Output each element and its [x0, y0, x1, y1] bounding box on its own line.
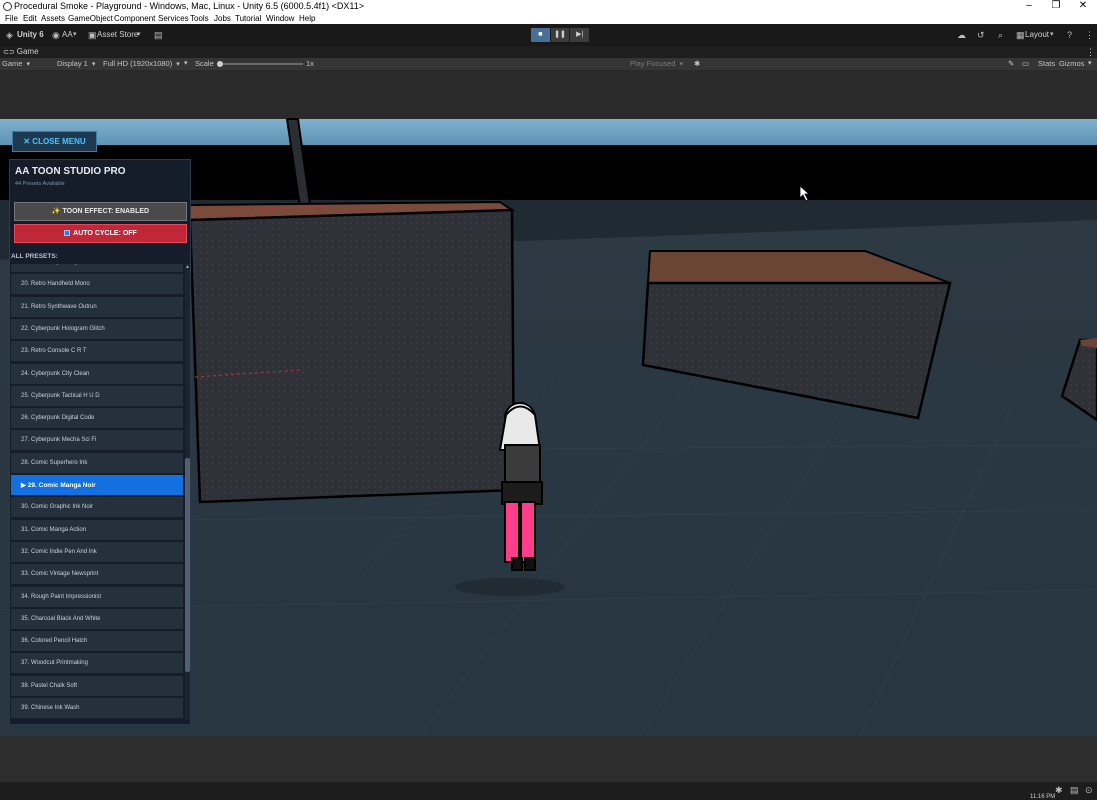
frame-debugger-icon[interactable]: ✎ [1008, 58, 1014, 70]
preset-item[interactable]: 23. Retro Console C R T [11, 341, 183, 363]
scale-label: Scale [195, 59, 214, 68]
close-window-button[interactable]: ✕ [1070, 0, 1096, 13]
tab-game[interactable]: ⊂⊃ Game [3, 46, 39, 58]
scale-slider-handle[interactable] [217, 61, 223, 67]
auto-cycle-toggle[interactable]: AUTO CYCLE: OFF [14, 224, 187, 243]
toon-studio-panel: AA TOON STUDIO PRO 44 Presets Available … [9, 159, 191, 725]
minimize-button[interactable]: – [1016, 0, 1042, 13]
preset-item[interactable]: 28. Comic Superhero Ink [11, 452, 183, 474]
chevron-down-icon: ▾ [137, 31, 141, 38]
layout-icon: ▦ [1016, 30, 1025, 40]
play-controls: ■ ❚❚ ▶| [531, 28, 590, 42]
presets-count: 44 Presets Available [15, 181, 65, 187]
account-dropdown[interactable]: AA [62, 29, 73, 41]
unity-logo-icon: ◈ [6, 30, 13, 40]
notes-icon[interactable]: ▤ [1070, 785, 1079, 796]
preset-item[interactable]: 39. Chinese Ink Wash [11, 698, 183, 719]
panel-title: AA TOON STUDIO PRO [15, 166, 126, 177]
settings-icon[interactable]: ⊙ [1085, 785, 1093, 796]
window-title: Procedural Smoke - Playground - Windows,… [14, 1, 364, 11]
preset-item[interactable]: 34. Rough Paint Impressionist [11, 586, 183, 608]
gizmos-button[interactable]: Gizmos [1059, 58, 1084, 70]
close-menu-button[interactable]: ✕ CLOSE MENU [12, 131, 97, 152]
maximize-button[interactable]: ❐ [1043, 0, 1069, 13]
menu-bar: File Edit Assets GameObject Component Se… [0, 13, 1097, 24]
unity-version-button[interactable]: Unity 6 [17, 29, 44, 41]
step-button[interactable]: ▶| [570, 28, 590, 42]
history-icon[interactable]: ↺ [977, 29, 985, 41]
gamepad-icon: ⊂⊃ [3, 49, 15, 56]
pause-button[interactable]: ❚❚ [550, 28, 570, 42]
preset-item[interactable]: 24. Cyberpunk City Clean [11, 363, 183, 385]
preset-item[interactable]: 26. Cyberpunk Digital Code [11, 408, 183, 430]
main-toolbar: ◈ Unity 6 ◉ AA ▾ ▣ Asset Store ▾ ▤ ■ ❚❚ … [0, 24, 1097, 46]
asset-store-icon: ▣ [88, 30, 97, 40]
preset-item-selected[interactable]: ▶ 29. Comic Manga Noir [11, 475, 183, 496]
preset-list: 19. Horror Psychological Pulse20. Retro … [11, 264, 184, 722]
chevron-down-icon: ▾ [73, 31, 77, 38]
preset-item[interactable]: 32. Comic Indie Pen And Ink [11, 541, 183, 563]
menu-edit[interactable]: Edit [21, 13, 39, 24]
aspect-icon[interactable]: ▭ [1022, 58, 1029, 70]
account-icon: ◉ [52, 30, 60, 40]
all-presets-label: ALL PRESETS: [11, 253, 58, 260]
stats-button[interactable]: Stats [1038, 58, 1055, 70]
tab-options-icon[interactable]: ⋮ [1086, 46, 1095, 58]
scale-slider-track[interactable] [219, 63, 303, 65]
mute-audio-icon[interactable]: ✱ [694, 58, 700, 70]
toon-effect-toggle[interactable]: ✨ TOON EFFECT: ENABLED [14, 202, 187, 221]
preset-scrollbar-thumb[interactable] [185, 458, 190, 672]
unity-app-icon [3, 2, 12, 11]
scale-value: 1x [306, 59, 314, 68]
menu-jobs[interactable]: Jobs [212, 13, 233, 24]
preset-item[interactable]: 25. Cyberpunk Tactical H U D [11, 385, 183, 407]
preset-item[interactable]: 37. Woodcut Printmaking [11, 653, 183, 675]
game-tab-bar: ⊂⊃ Game ⋮ [0, 46, 1097, 58]
taskbar: ✱ ▤ ⊙ 11:16 PM [0, 782, 1097, 800]
menu-file[interactable]: File [3, 13, 20, 24]
chevron-down-icon: ▾ [184, 60, 188, 67]
preset-item[interactable]: 31. Comic Manga Action [11, 519, 183, 541]
play-stop-button[interactable]: ■ [531, 28, 550, 42]
preset-item[interactable]: 27. Cyberpunk Mecha Sci Fi [11, 430, 183, 452]
package-icon[interactable]: ▤ [154, 29, 163, 41]
cloud-icon[interactable]: ☁ [957, 29, 966, 41]
preset-item[interactable]: 30. Comic Graphic Ink Noir [11, 497, 183, 519]
preset-item[interactable]: 33. Comic Vintage Newsprint [11, 564, 183, 586]
chevron-down-icon: ▾ [1050, 31, 1054, 38]
chevron-down-icon: ▾ [1088, 60, 1092, 67]
menu-tools[interactable]: Tools [188, 13, 211, 24]
stop-square-icon [64, 230, 71, 236]
search-icon[interactable]: ⌕ [998, 29, 1003, 41]
preset-item[interactable]: 21. Retro Synthwave Outrun [11, 296, 183, 318]
menu-tutorial[interactable]: Tutorial [233, 13, 263, 24]
preset-item[interactable]: 35. Charcoal Black And White [11, 608, 183, 630]
menu-assets[interactable]: Assets [39, 13, 67, 24]
help-icon[interactable]: ? [1067, 29, 1072, 41]
menu-services[interactable]: Services [156, 13, 191, 24]
toon-character [498, 402, 543, 571]
preset-item[interactable]: 38. Pastel Chalk Soft [11, 675, 183, 697]
preset-item[interactable]: 36. Colored Pencil Hatch [11, 631, 183, 653]
preset-item[interactable]: 20. Retro Handheld Mono [11, 274, 183, 296]
window-title-bar: Procedural Smoke - Playground - Windows,… [0, 0, 1097, 13]
scroll-up-icon[interactable]: ▲ [185, 264, 190, 270]
more-options-icon[interactable]: ⋮ [1085, 29, 1094, 41]
game-view-toolbar: Game Display 1 Full HD (1920x1080) ▾ Sca… [0, 58, 1097, 70]
editor-status-area [0, 736, 1097, 782]
menu-window[interactable]: Window [264, 13, 296, 24]
taskbar-clock: 11:16 PM [1030, 794, 1056, 800]
layout-dropdown[interactable]: Layout [1025, 29, 1049, 41]
menu-gameobject[interactable]: GameObject [66, 13, 115, 24]
menu-component[interactable]: Component [112, 13, 157, 24]
preset-item[interactable]: 22. Cyberpunk Hologram Glitch [11, 318, 183, 340]
preset-item[interactable]: 19. Horror Psychological Pulse [11, 264, 183, 273]
asset-store-button[interactable]: Asset Store [97, 29, 138, 41]
network-icon[interactable]: ✱ [1055, 785, 1063, 796]
menu-help[interactable]: Help [297, 13, 317, 24]
